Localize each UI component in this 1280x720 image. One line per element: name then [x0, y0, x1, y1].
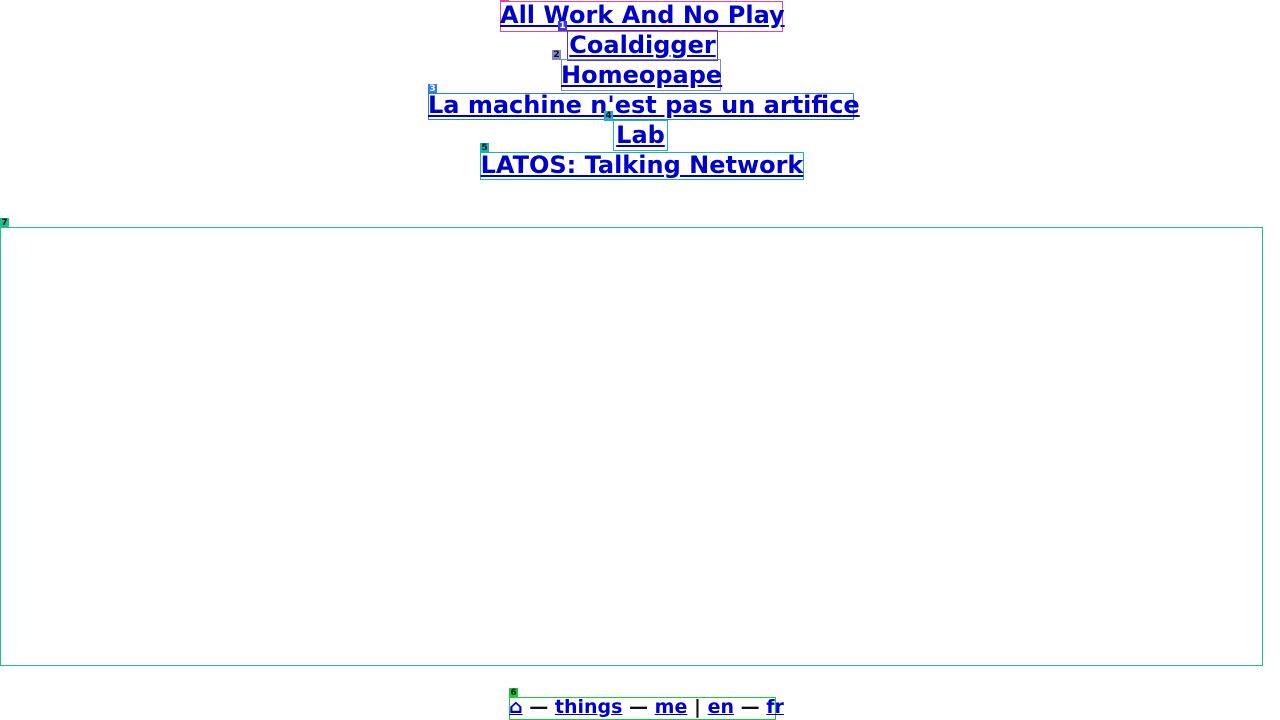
project-link-latos[interactable]: LATOS: Talking Network — [480, 151, 804, 179]
nav-link-me[interactable]: me — [655, 696, 688, 718]
project-link-all-work-and-no-play[interactable]: All Work And No Play — [500, 1, 785, 29]
language-link-en[interactable]: en — [708, 696, 734, 718]
separator-dash: — — [629, 696, 649, 718]
separator-pipe: | — [693, 696, 701, 718]
footer-nav: ⌂ — things — me | en — fr — [509, 696, 784, 720]
annotation-tag: 2 — [552, 50, 561, 60]
nav-link-things[interactable]: things — [555, 696, 623, 718]
annotation-tag: 1 — [558, 21, 567, 31]
separator-dash: — — [529, 696, 549, 718]
annotation-tag: 4 — [604, 111, 613, 121]
project-link-homeopape[interactable]: Homeopape — [561, 61, 722, 89]
project-link-coaldigger[interactable]: Coaldigger — [567, 31, 718, 59]
project-link-lab[interactable]: Lab — [613, 121, 668, 149]
annotation-tag: 7 — [0, 218, 9, 228]
project-link-la-machine[interactable]: La machine n'est pas un artifice — [428, 91, 860, 119]
language-link-fr[interactable]: fr — [766, 696, 784, 718]
embedded-frame[interactable]: 7 — [0, 218, 1263, 666]
separator-dash: — — [740, 696, 760, 718]
home-icon[interactable]: ⌂ — [509, 696, 523, 718]
